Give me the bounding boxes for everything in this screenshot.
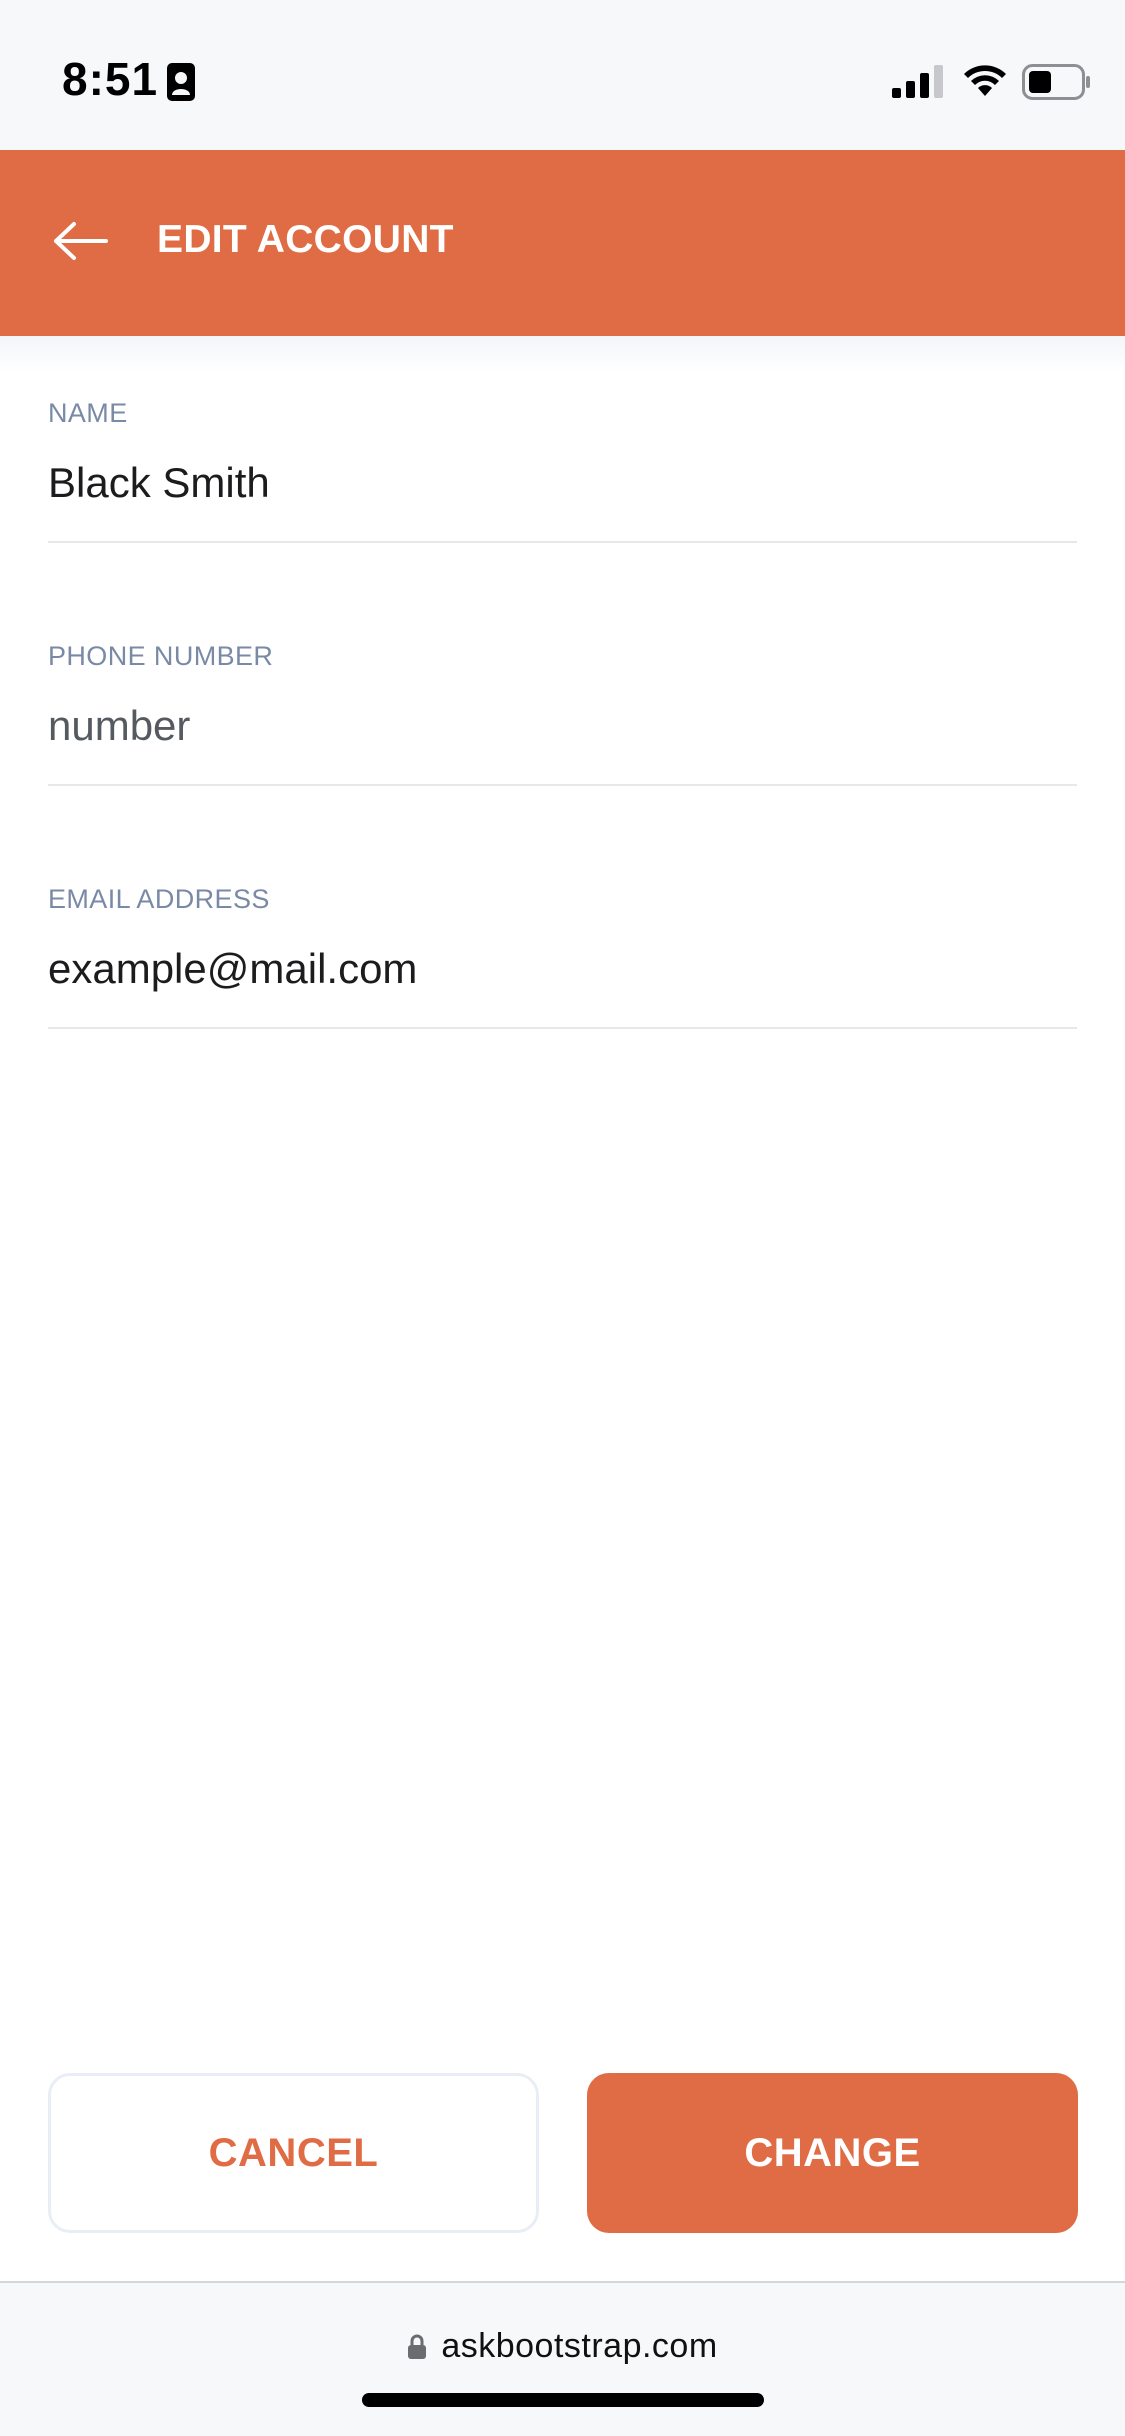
wifi-icon [964, 65, 1006, 96]
name-input[interactable] [48, 455, 1077, 511]
arrow-left-icon [54, 222, 108, 260]
phone-label: PHONE NUMBER [48, 641, 274, 671]
home-indicator[interactable] [362, 2393, 764, 2407]
name-underline [48, 541, 1077, 543]
name-label: NAME [48, 398, 128, 428]
email-field: EMAIL ADDRESS [48, 884, 1077, 1029]
edit-account-screen: 8:51 EDIT ACCOUNT NAME Black Smith PHONE… [0, 0, 1125, 2436]
phone-underline [48, 784, 1077, 786]
phone-field: PHONE NUMBER [48, 641, 1077, 786]
app-header: EDIT ACCOUNT [0, 150, 1125, 336]
url-text: askbootstrap.com [441, 2327, 718, 2365]
page-title: EDIT ACCOUNT [157, 218, 454, 261]
lock-icon [408, 2334, 427, 2359]
email-input[interactable] [48, 941, 1077, 997]
change-button[interactable]: CHANGE [587, 2073, 1078, 2233]
email-label: EMAIL ADDRESS [48, 884, 270, 914]
url-display[interactable]: askbootstrap.com [0, 2327, 1125, 2366]
contact-card-icon [167, 63, 195, 101]
email-underline [48, 1027, 1077, 1029]
header-shadow [0, 336, 1125, 372]
name-field: NAME [48, 398, 1077, 543]
cellular-signal-icon [892, 65, 943, 98]
phone-input[interactable] [48, 698, 1077, 754]
back-button[interactable] [40, 196, 120, 286]
status-time: 8:51 [62, 53, 159, 105]
battery-icon [1022, 64, 1090, 100]
status-bar: 8:51 [0, 0, 1125, 150]
browser-address-bar: askbootstrap.com [0, 2281, 1125, 2436]
cancel-button[interactable]: CANCEL [48, 2073, 539, 2233]
